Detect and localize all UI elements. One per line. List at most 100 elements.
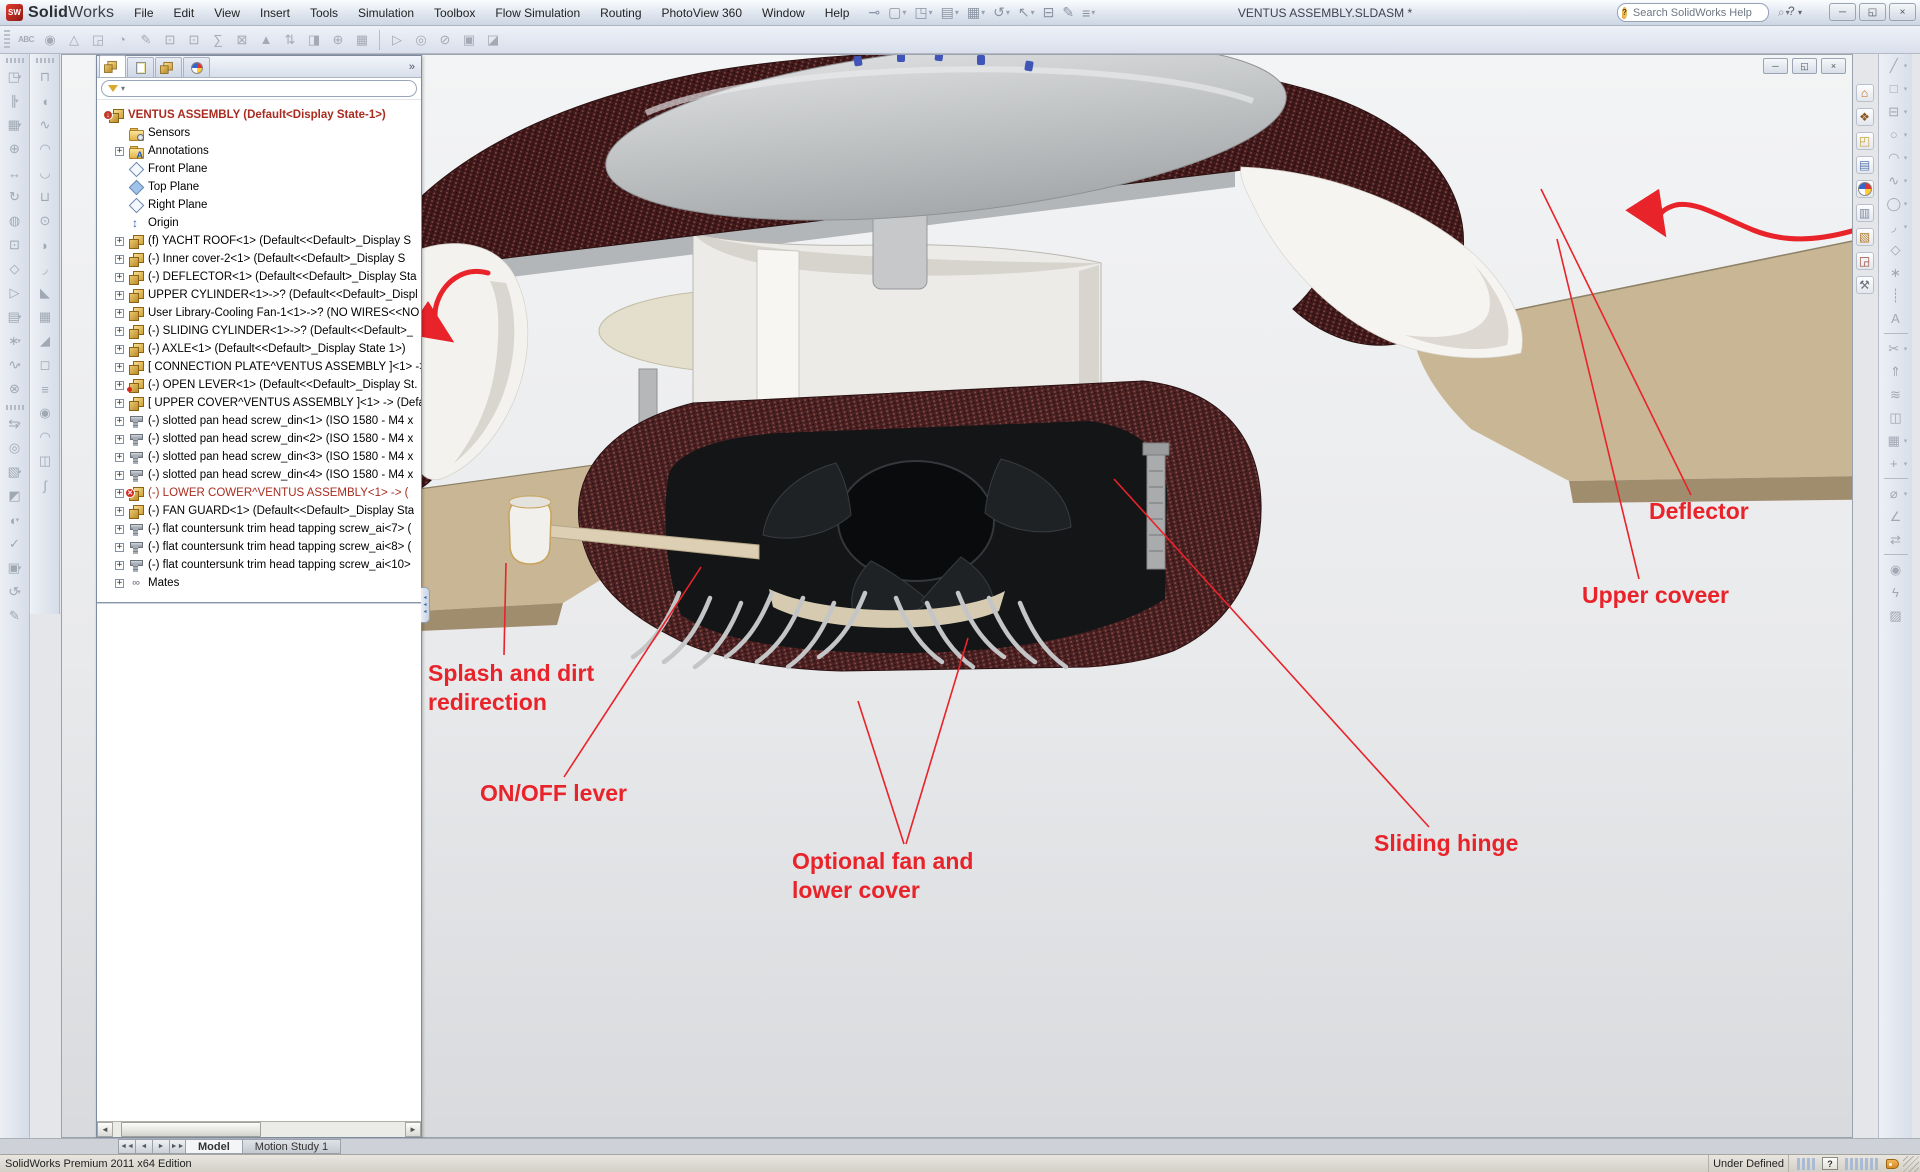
tab-featuremanager-tree[interactable] (99, 55, 126, 77)
tree-item-14[interactable]: +(-) OPEN LEVER<1> (Default<<Default>_Di… (97, 376, 421, 394)
appearances-scenes-icon[interactable] (1856, 180, 1874, 198)
curvature-icon[interactable]: ▧▾ (3, 460, 27, 484)
convert-entities-icon[interactable]: ⇑ (1886, 360, 1906, 383)
new-document-icon[interactable]: ▢▾ (885, 3, 909, 22)
camera-icon[interactable]: ◉ (1886, 558, 1906, 581)
tree-item-16[interactable]: +(-) slotted pan head screw_din<1> (ISO … (97, 412, 421, 430)
menu-item-edit[interactable]: Edit (164, 0, 205, 25)
hole-wizard-icon[interactable]: ⊙ (33, 209, 57, 233)
extruded-boss-icon[interactable]: ⊓ (33, 65, 57, 89)
bom-table-icon[interactable]: ▦ (350, 28, 374, 52)
tree-pane-divider[interactable] (97, 602, 421, 605)
tree-item-23[interactable]: +(-) flat countersunk trim head tapping … (97, 538, 421, 556)
equations-icon[interactable]: ∑ (206, 28, 230, 52)
sketch-centerline-icon[interactable]: ┊ (1886, 284, 1906, 307)
draft-analysis-icon[interactable]: ▲ (254, 28, 278, 52)
expand-icon[interactable]: + (115, 291, 124, 300)
display-settings-icon[interactable]: ≡▾ (1079, 4, 1098, 22)
symmetry-check-icon[interactable]: ⇅ (278, 28, 302, 52)
move-entities-icon[interactable]: +▾ (1884, 452, 1908, 475)
check-document-icon[interactable]: ⊡ (158, 28, 182, 52)
tab-propertymanager[interactable] (127, 57, 154, 77)
menu-item-window[interactable]: Window (752, 0, 815, 25)
expand-icon[interactable]: + (115, 255, 124, 264)
expand-icon[interactable]: + (115, 543, 124, 552)
swept-boss-icon[interactable]: ∿ (33, 113, 57, 137)
menu-item-toolbox[interactable]: Toolbox (424, 0, 485, 25)
scroll-left-button[interactable]: ◄ (97, 1122, 113, 1137)
tree-item-2[interactable]: Front Plane (97, 160, 421, 178)
expand-icon[interactable]: + (115, 453, 124, 462)
verification-icon[interactable]: ⊕ (326, 28, 350, 52)
chamfer-icon[interactable]: ◣ (33, 281, 57, 305)
help-search-box[interactable]: ? ⌕ ▾ (1617, 3, 1769, 22)
lofted-boss-icon[interactable]: ◠ (33, 137, 57, 161)
resize-grip[interactable] (1903, 1156, 1919, 1172)
section-properties-icon[interactable]: ◲ (86, 28, 110, 52)
tree-item-10[interactable]: +User Library-Cooling Fan-1<1>->? (NO WI… (97, 304, 421, 322)
scrollbar-track[interactable] (113, 1122, 405, 1137)
new-motion-study-icon[interactable]: ▷ (3, 281, 27, 305)
built-in-libraries-icon[interactable]: ▧ (1856, 228, 1874, 246)
expand-icon[interactable]: + (115, 561, 124, 570)
tree-item-13[interactable]: +[ CONNECTION PLATE^VENTUS ASSEMBLY ]<1>… (97, 358, 421, 376)
instant3d-icon[interactable]: ◩ (3, 484, 27, 508)
tree-item-11[interactable]: +(-) SLIDING CYLINDER<1>->? (Default<<De… (97, 322, 421, 340)
rib-icon[interactable]: ≡ (33, 377, 57, 401)
tree-item-15[interactable]: +[ UPPER COVER^VENTUS ASSEMBLY ]<1> -> (… (97, 394, 421, 412)
tree-item-1[interactable]: +AAnnotations (97, 142, 421, 160)
rotate-component-icon[interactable]: ↻ (3, 185, 27, 209)
sketch-slot-icon[interactable]: ⊟▾ (1884, 100, 1908, 123)
assembly-features-icon[interactable]: ⊡ (3, 233, 27, 257)
explode-line-sketch-icon[interactable]: ∿▾ (3, 353, 27, 377)
dome-icon[interactable]: ◠ (33, 425, 57, 449)
insert-component-icon[interactable]: ◳▾ (3, 65, 27, 89)
minimize-button[interactable]: ─ (1829, 3, 1856, 21)
trim-entities-icon[interactable]: ✂▾ (1884, 337, 1908, 360)
tab-configurationmanager[interactable] (155, 57, 182, 77)
search-input[interactable] (1631, 6, 1777, 20)
menu-item-insert[interactable]: Insert (250, 0, 300, 25)
tree-item-20[interactable]: +✕(-) LOWER COWER^VENTUS ASSEMBLY<1> -> … (97, 484, 421, 502)
tab-scroll-prev[interactable]: ◄ (135, 1139, 152, 1154)
search-icon[interactable]: ⌕ (1778, 5, 1785, 20)
sketch-rectangle-icon[interactable]: □▾ (1884, 77, 1908, 100)
solidworks-resources-icon[interactable]: ⌂ (1856, 84, 1874, 102)
wrap-icon[interactable]: ◉ (33, 401, 57, 425)
interference-detection-icon[interactable]: ⊠ (230, 28, 254, 52)
expand-icon[interactable]: + (115, 507, 124, 516)
expand-icon[interactable]: + (115, 417, 124, 426)
expand-icon[interactable]: + (115, 579, 124, 588)
expand-icon[interactable]: + (115, 363, 124, 372)
design-library-icon[interactable]: ❖ (1856, 108, 1874, 126)
mirror-entities-icon[interactable]: ◫ (1886, 406, 1906, 429)
rapid-sketch-icon[interactable]: ⇄ (1886, 528, 1906, 551)
revolved-cut-icon[interactable]: ◗ (33, 233, 57, 257)
extruded-cut-icon[interactable]: ⊔ (33, 185, 57, 209)
tree-item-22[interactable]: +(-) flat countersunk trim head tapping … (97, 520, 421, 538)
design-checker-icon[interactable]: ⊡ (182, 28, 206, 52)
menu-item-photoview-360[interactable]: PhotoView 360 (652, 0, 753, 25)
tree-item-3[interactable]: Top Plane (97, 178, 421, 196)
sketch-pattern-icon[interactable]: ▦▾ (1884, 429, 1908, 452)
assembly-xpert-icon[interactable]: ✓ (3, 532, 27, 556)
close-button[interactable]: × (1889, 3, 1916, 21)
flow-results-icon[interactable]: ◎ (409, 28, 433, 52)
file-explorer-icon[interactable]: ◰ (1856, 132, 1874, 150)
sketch-line-icon[interactable]: ╱▾ (1884, 54, 1908, 77)
reference-geometry-icon[interactable]: ◇ (3, 257, 27, 281)
tree-item-4[interactable]: Right Plane (97, 196, 421, 214)
offset-entities-icon[interactable]: ≋ (1886, 383, 1906, 406)
draft-icon[interactable]: ◢ (33, 329, 57, 353)
sketch-spline-icon[interactable]: ∿▾ (1884, 169, 1908, 192)
doc-minimize-button[interactable]: ─ (1763, 58, 1788, 74)
tree-item-8[interactable]: +(-) DEFLECTOR<1> (Default<<Default>_Dis… (97, 268, 421, 286)
open-document-icon[interactable]: ◳▾ (911, 3, 935, 22)
selection-filter-icon[interactable]: ⊟ (1040, 3, 1058, 22)
toolbar-drag-handle[interactable] (4, 30, 10, 50)
tree-item-7[interactable]: +(-) Inner cover-2<1> (Default<<Default>… (97, 250, 421, 268)
tree-item-17[interactable]: +(-) slotted pan head screw_din<2> (ISO … (97, 430, 421, 448)
tab-scroll-last[interactable]: ►► (169, 1139, 186, 1154)
shell-icon[interactable]: ◻ (33, 353, 57, 377)
mirror-icon[interactable]: ◫ (33, 449, 57, 473)
